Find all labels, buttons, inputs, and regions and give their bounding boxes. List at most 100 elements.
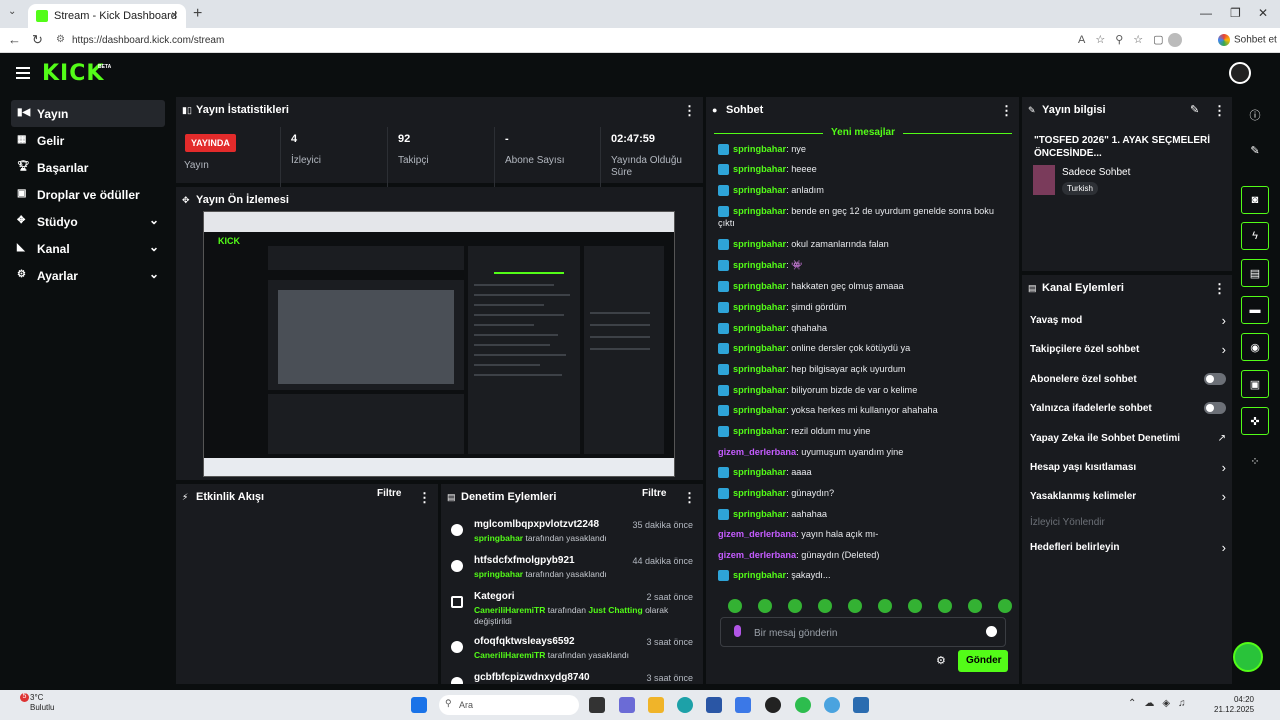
chat-username[interactable]: springbahar	[733, 260, 786, 270]
action-emote-only[interactable]: Yalnızca ifadelerle sohbet	[1022, 400, 1232, 420]
chat-bubble-icon[interactable]: ▬	[1241, 296, 1269, 324]
chat-message[interactable]: springbahar: rezil oldum mu yine	[718, 425, 1008, 438]
new-tab-icon[interactable]: +	[193, 5, 202, 23]
chat-username[interactable]: gizem_derlerbana	[718, 529, 796, 539]
chat-username[interactable]: gizem_derlerbana	[718, 550, 796, 560]
edit-icon[interactable]: ✎	[1190, 103, 1199, 116]
emote-icon[interactable]	[998, 599, 1012, 613]
filter-button[interactable]: Filtre	[642, 488, 666, 499]
emote-icon[interactable]	[758, 599, 772, 613]
chat-message[interactable]: springbahar: bende en geç 12 de uyurdum …	[718, 205, 1008, 229]
chat-username[interactable]: springbahar	[733, 302, 786, 312]
moderation-row[interactable]: Kategori 2 saat önce CaneriliHaremiTR ta…	[441, 589, 703, 633]
user-avatar[interactable]	[1229, 62, 1251, 84]
pencil-icon[interactable]: ✎	[1241, 137, 1269, 165]
chat-message[interactable]: springbahar: hep bilgisayar açık uyurdum	[718, 363, 1008, 376]
chat-username[interactable]: springbahar	[733, 206, 786, 216]
emoji-icon[interactable]	[986, 626, 997, 637]
chat-message[interactable]: springbahar: heeee	[718, 163, 1008, 176]
address-bar[interactable]: ⚙ https://dashboard.kick.com/stream	[52, 31, 1192, 50]
action-ai-moderation[interactable]: Yapay Zeka ile Sohbet Denetimi ↗	[1022, 430, 1232, 450]
browser-extension-icons[interactable]: A☆⚲☆▢	[1078, 33, 1174, 46]
chat-message[interactable]: gizem_derlerbana: günaydın (Deleted)	[718, 549, 1008, 561]
wrench-icon[interactable]: ✜	[1241, 407, 1269, 435]
app-icon[interactable]	[824, 697, 840, 713]
moderation-row[interactable]: mglcomlbqpxpvlotzvt2248 35 dakika önce s…	[441, 517, 703, 553]
sidebar-item-gelir[interactable]: ▦ Gelir	[11, 127, 165, 154]
kick-logo[interactable]: KICK	[42, 61, 104, 86]
emote-icon[interactable]	[878, 599, 892, 613]
moderation-row[interactable]: htfsdcfxfmolgpyb921 44 dakika önce sprin…	[441, 553, 703, 589]
menu-icon[interactable]	[16, 67, 30, 79]
more-options-icon[interactable]: ⋮	[683, 103, 696, 119]
minimize-icon[interactable]: —	[1200, 6, 1212, 20]
chat-input[interactable]: Bir mesaj gönderin	[720, 617, 1006, 647]
emote-icon[interactable]	[908, 599, 922, 613]
chat-username[interactable]: springbahar	[733, 185, 786, 195]
chat-username[interactable]: springbahar	[733, 570, 786, 580]
chat-message[interactable]: springbahar: 👾	[718, 259, 1008, 272]
chat-username[interactable]: springbahar	[733, 323, 786, 333]
chat-username[interactable]: gizem_derlerbana	[718, 447, 796, 457]
emote-icon[interactable]	[938, 599, 952, 613]
chat-username[interactable]: springbahar	[733, 364, 786, 374]
subs-only-toggle[interactable]	[1204, 373, 1226, 385]
action-followers-only[interactable]: Takipçilere özel sohbet ›	[1022, 341, 1232, 361]
more-options-icon[interactable]: ⋮	[683, 490, 696, 506]
chat-message[interactable]: springbahar: aahahaa	[718, 508, 1008, 521]
chat-message[interactable]: springbahar: yoksa herkes mi kullanıyor …	[718, 404, 1008, 417]
app-icon[interactable]	[706, 697, 722, 713]
chat-settings-icon[interactable]: ⚙	[936, 654, 946, 667]
sidebar-item-droplar[interactable]: ▣ Droplar ve ödüller	[11, 181, 165, 208]
chat-username[interactable]: springbahar	[733, 426, 786, 436]
filter-button[interactable]: Filtre	[377, 488, 401, 499]
emote-icon[interactable]	[788, 599, 802, 613]
more-options-icon[interactable]: ⋮	[418, 490, 431, 506]
record-icon[interactable]: ▣	[1241, 370, 1269, 398]
chat-message[interactable]: springbahar: hakkaten geç olmuş amaaa	[718, 280, 1008, 293]
chat-username[interactable]: springbahar	[733, 467, 786, 477]
chat-message[interactable]: springbahar: nye	[718, 143, 1008, 156]
chat-message[interactable]: springbahar: biliyorum bizde de var o ke…	[718, 384, 1008, 397]
whatsapp-icon[interactable]	[795, 697, 811, 713]
security-icon[interactable]	[853, 697, 869, 713]
bolt-icon[interactable]: ϟ	[1241, 222, 1269, 250]
camera-icon[interactable]: ◙	[1241, 186, 1269, 214]
more-options-icon[interactable]: ⋮	[1000, 103, 1013, 119]
profile-icon[interactable]	[1168, 33, 1182, 47]
task-view-icon[interactable]	[589, 697, 605, 713]
action-slow-mode[interactable]: Yavaş mod ›	[1022, 312, 1232, 332]
back-icon[interactable]: ←	[8, 32, 21, 47]
reload-icon[interactable]: ↻	[32, 32, 43, 48]
close-tab-icon[interactable]: ×	[171, 8, 178, 22]
send-button[interactable]: Gönder	[958, 650, 1008, 672]
sidebar-item-kanal[interactable]: ◣ Kanal ⌄	[11, 235, 165, 262]
chat-message[interactable]: gizem_derlerbana: yayın hala açık mı-	[718, 528, 1008, 540]
settings-cluster-icon[interactable]: ⁘	[1241, 448, 1269, 476]
chat-username[interactable]: springbahar	[733, 405, 786, 415]
file-explorer-icon[interactable]	[648, 697, 664, 713]
site-info-icon[interactable]: ⚙	[56, 34, 65, 45]
app-icon[interactable]	[735, 697, 751, 713]
sidebar-item-yayin[interactable]: ▮◀ Yayın	[11, 100, 165, 127]
chat-username[interactable]: springbahar	[733, 239, 786, 249]
emote-icon[interactable]	[728, 599, 742, 613]
browser-tab[interactable]: Stream - Kick Dashboard ×	[28, 4, 186, 28]
chat-username[interactable]: springbahar	[733, 509, 786, 519]
microphone-icon[interactable]	[734, 625, 741, 637]
windows-start-icon[interactable]	[411, 697, 427, 713]
sidebar-item-ayarlar[interactable]: ⚙ Ayarlar ⌄	[11, 262, 165, 289]
action-subs-only[interactable]: Abonelere özel sohbet	[1022, 371, 1232, 391]
chat-username[interactable]: springbahar	[733, 488, 786, 498]
obs-icon[interactable]	[765, 697, 781, 713]
copilot-button[interactable]: Sohbet et	[1218, 34, 1277, 46]
chat-message[interactable]: springbahar: aaaa	[718, 466, 1008, 479]
chat-username[interactable]: springbahar	[733, 281, 786, 291]
emote-icon[interactable]	[818, 599, 832, 613]
more-options-icon[interactable]: ⋮	[1213, 281, 1226, 297]
chat-message[interactable]: springbahar: günaydın?	[718, 487, 1008, 500]
moderation-row[interactable]: ofoqfqktwsleays6592 3 saat önce Canerili…	[441, 634, 703, 670]
chat-username[interactable]: springbahar	[733, 385, 786, 395]
chat-message[interactable]: springbahar: qhahaha	[718, 322, 1008, 335]
sidebar-item-basarilar[interactable]: 🏆︎ Başarılar	[11, 154, 165, 181]
